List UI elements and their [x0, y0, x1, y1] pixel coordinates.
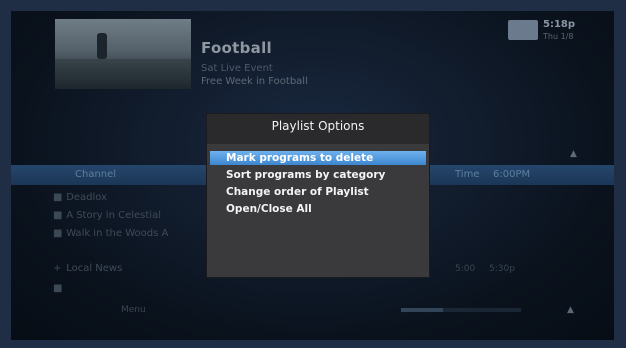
- option-change-order[interactable]: Change order of Playlist: [210, 185, 426, 199]
- scroll-up-icon: ▲: [570, 149, 577, 159]
- thumbnail-figure: [97, 33, 107, 59]
- local-news-time: 5:00: [455, 264, 476, 274]
- playlist-options-dialog: Playlist Options Mark programs to delete…: [206, 113, 430, 278]
- list-item-label: A Story in Celestial: [66, 210, 161, 221]
- list-header-left: Channel: [75, 169, 117, 180]
- program-info: Football Sat Live Event Free Week in Foo…: [201, 39, 308, 87]
- tv-screen: Football Sat Live Event Free Week in Foo…: [11, 11, 614, 340]
- list-header-time: Time: [455, 169, 480, 180]
- list-item[interactable]: ■ Deadlox: [53, 192, 107, 203]
- program-line1: Sat Live Event: [201, 63, 273, 74]
- clock-date: Thu 1/8: [543, 32, 574, 41]
- option-mark-delete[interactable]: Mark programs to delete: [210, 151, 426, 165]
- list-item-label: Local News: [66, 263, 123, 274]
- tv-frame: Football Sat Live Event Free Week in Foo…: [0, 0, 626, 348]
- program-title: Football: [201, 39, 272, 57]
- footer-hint: Menu: [121, 305, 146, 315]
- recording-icon: ■: [53, 210, 63, 221]
- disk-space-fill: [401, 308, 443, 312]
- disk-space-bar: [401, 308, 521, 312]
- recording-icon: ■: [53, 192, 63, 203]
- dialog-title: Playlist Options: [207, 114, 429, 144]
- thumbnail-field: [55, 59, 191, 89]
- option-open-close-all[interactable]: Open/Close All: [210, 202, 426, 216]
- channel-logo-icon: [508, 20, 538, 40]
- list-item[interactable]: ■ Walk in the Woods A: [53, 228, 168, 239]
- list-header-right: 6:00PM: [493, 169, 531, 180]
- program-thumbnail: [55, 19, 191, 89]
- option-sort-category[interactable]: Sort programs by category: [210, 168, 426, 182]
- list-item[interactable]: ■ A Story in Celestial: [53, 210, 161, 221]
- footer-indicator-icon: ▲: [567, 305, 574, 315]
- list-item[interactable]: ■: [53, 283, 63, 294]
- list-item-label: Walk in the Woods A: [66, 228, 169, 239]
- program-line2: Free Week in Football: [201, 76, 308, 87]
- local-news-time2: 5:30p: [489, 264, 515, 274]
- recording-icon: ■: [53, 228, 63, 239]
- folder-icon: +: [53, 263, 62, 274]
- list-item-label: Deadlox: [66, 192, 108, 203]
- recording-icon: ■: [53, 283, 63, 294]
- clock-time: 5:18p: [543, 19, 576, 30]
- list-item[interactable]: + Local News: [53, 263, 122, 274]
